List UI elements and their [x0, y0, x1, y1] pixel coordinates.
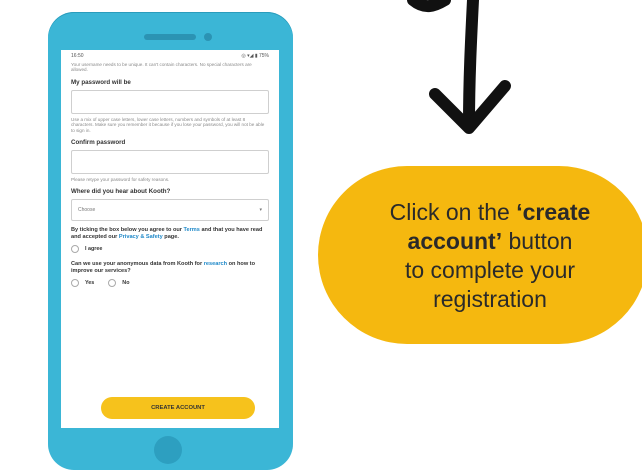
agree-label: I agree: [85, 246, 103, 253]
instruction-line1-prefix: Click on the: [389, 199, 517, 225]
terms-text: By ticking the box below you agree to ou…: [71, 227, 269, 241]
hear-about-select[interactable]: Choose ▾: [71, 199, 269, 222]
phone-frame: 16:50 ◎ ▾◢ ▮ 75% Your username needs to …: [48, 12, 293, 470]
yes-radio[interactable]: [71, 279, 79, 288]
confirm-password-label: Confirm password: [71, 139, 126, 147]
terms-link[interactable]: Terms: [184, 227, 200, 233]
research-text: Can we use your anonymous data from Koot…: [71, 261, 269, 275]
no-label: No: [122, 280, 130, 287]
down-arrow-icon: [407, 0, 511, 134]
research-link[interactable]: research: [204, 261, 227, 267]
phone-speaker: [144, 34, 196, 40]
password-label: My password will be: [71, 78, 131, 86]
confirm-password-hint: Please retype your password for safety r…: [71, 177, 170, 183]
phone-camera: [204, 33, 212, 41]
status-icons: ◎ ▾◢ ▮ 75%: [241, 53, 269, 59]
signup-form: Your username needs to be unique. It can…: [61, 62, 279, 288]
agree-option[interactable]: I agree: [71, 245, 269, 254]
status-time: 16:50: [71, 53, 84, 59]
yes-label: Yes: [85, 280, 95, 287]
instruction-line1-bold: ‘create: [516, 199, 591, 225]
research-options: Yes No: [71, 279, 269, 288]
instruction-line2-rest: button: [502, 228, 573, 254]
agree-radio[interactable]: [71, 245, 79, 254]
terms-text-part1: By ticking the box below you agree to ou…: [71, 227, 184, 234]
password-field[interactable]: [71, 89, 269, 114]
research-text-part1: Can we use your anonymous data from Koot…: [71, 261, 204, 268]
instruction-line4: registration: [433, 286, 547, 312]
instruction-line3: to complete your: [404, 257, 576, 283]
hear-about-label: Where did you hear about Kooth?: [71, 188, 171, 196]
instruction-text: Click on the ‘create account’ button to …: [345, 198, 635, 314]
status-bar: 16:50 ◎ ▾◢ ▮ 75%: [61, 50, 279, 62]
password-hint: Use a mix of upper case letters, lower c…: [71, 116, 265, 133]
username-note: Your username needs to be unique. It can…: [71, 62, 252, 73]
hear-about-value: Choose: [78, 207, 96, 214]
home-button: [154, 436, 182, 464]
confirm-password-field[interactable]: [71, 150, 269, 175]
no-radio[interactable]: [108, 279, 117, 288]
phone-screen: 16:50 ◎ ▾◢ ▮ 75% Your username needs to …: [61, 50, 279, 428]
instruction-line2-bold: account’: [407, 228, 503, 254]
create-account-button[interactable]: CREATE ACCOUNT: [101, 397, 255, 419]
privacy-safety-link[interactable]: Privacy & Safety: [119, 234, 163, 240]
terms-text-part3: page.: [162, 234, 179, 241]
dropdown-arrow-icon: ▾: [259, 207, 262, 214]
